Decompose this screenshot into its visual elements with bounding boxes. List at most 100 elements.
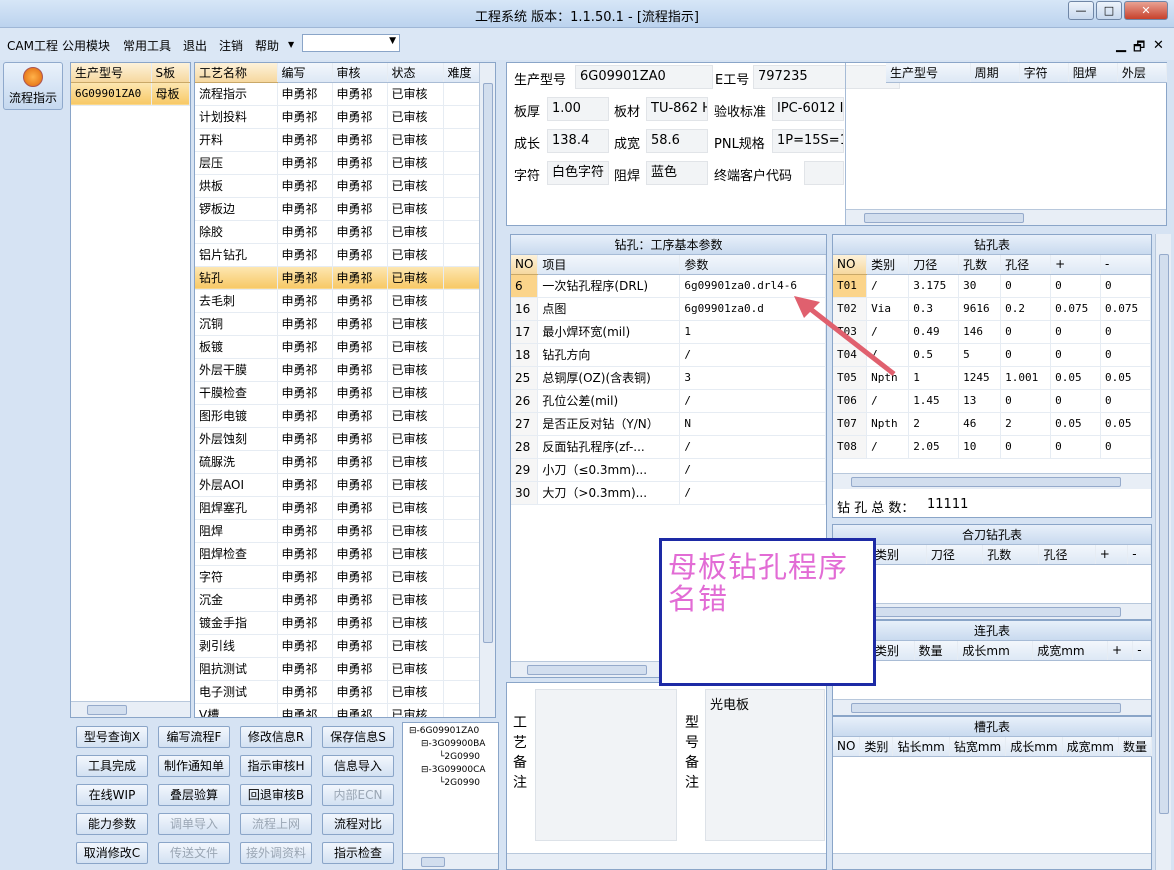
col-link-holes[interactable]: 类别 (871, 641, 915, 661)
drill-param-row[interactable]: 18 钻孔方向 / (511, 343, 826, 367)
col-combo-drill[interactable]: 孔径 (1038, 545, 1096, 565)
action-button[interactable]: 内部ECN (322, 784, 394, 806)
field-width[interactable]: 58.6 (646, 129, 708, 153)
process-row[interactable]: 阻焊 申勇祁 申勇祁 已审核 (195, 519, 495, 543)
process-row[interactable]: 硫脲洗 申勇祁 申勇祁 已审核 (195, 450, 495, 474)
process-row[interactable]: 外层干膜 申勇祁 申勇祁 已审核 (195, 358, 495, 382)
process-row[interactable]: 剥引线 申勇祁 申勇祁 已审核 (195, 634, 495, 658)
col-right-top[interactable]: 生产型号 (886, 63, 971, 83)
process-row[interactable]: 钻孔 申勇祁 申勇祁 已审核 (195, 266, 495, 290)
drill-param-row[interactable]: 30 大刀（>0.3mm)... / (511, 481, 826, 505)
action-button[interactable]: 回退审核B (240, 784, 312, 806)
process-row[interactable]: 板镀 申勇祁 申勇祁 已审核 (195, 335, 495, 359)
col-link-holes[interactable]: 成宽mm (1032, 641, 1108, 661)
tree-root[interactable]: ⊟-6G09901ZA0 (403, 723, 498, 738)
toolbar-combo[interactable]: ▼ (302, 34, 400, 52)
process-row[interactable]: 锣板边 申勇祁 申勇祁 已审核 (195, 197, 495, 221)
action-button[interactable]: 流程上网 (240, 813, 312, 835)
process-row[interactable]: V槽 申勇祁 申勇祁 已审核 (195, 703, 495, 717)
action-button[interactable]: 取消修改C (76, 842, 148, 864)
col-sboard[interactable]: S板 (151, 63, 190, 83)
process-vscroll[interactable] (479, 63, 495, 717)
process-row[interactable]: 去毛刺 申勇祁 申勇祁 已审核 (195, 289, 495, 313)
process-row[interactable]: 流程指示 申勇祁 申勇祁 已审核 (195, 82, 495, 106)
action-button[interactable]: 工具完成 (76, 755, 148, 777)
drill-row[interactable]: T07 Npth 2 46 2 0.05 0.05 (833, 412, 1151, 436)
action-button[interactable]: 制作通知单 (158, 755, 230, 777)
col-item[interactable]: 项目 (537, 255, 681, 275)
col-param[interactable]: 参数 (679, 255, 826, 275)
process-row[interactable]: 除胶 申勇祁 申勇祁 已审核 (195, 220, 495, 244)
tree-leaf-1[interactable]: └2G0990 (403, 751, 498, 764)
link-holes-hscroll[interactable] (833, 699, 1151, 715)
action-button[interactable]: 保存信息S (322, 726, 394, 748)
process-row[interactable]: 层压 申勇祁 申勇祁 已审核 (195, 151, 495, 175)
craft-notes-field[interactable] (535, 689, 677, 841)
col-right-top[interactable]: 周期 (970, 63, 1020, 83)
col-drill[interactable]: - (1100, 255, 1151, 275)
action-button[interactable]: 调单导入 (158, 813, 230, 835)
col-link-holes[interactable]: 数量 (914, 641, 959, 661)
mdi-minimize-button[interactable]: ▁ (1116, 38, 1126, 53)
menu-common-tools[interactable]: 常用工具 (123, 37, 171, 54)
tree-hscroll[interactable] (403, 853, 498, 869)
process-row[interactable]: 干膜检查 申勇祁 申勇祁 已审核 (195, 381, 495, 405)
col-slot-table[interactable]: 成长mm (1005, 737, 1063, 757)
field-length[interactable]: 138.4 (547, 129, 609, 153)
action-button[interactable]: 能力参数 (76, 813, 148, 835)
col-slot-table[interactable]: 类别 (859, 737, 894, 757)
col-drill[interactable]: 孔数 (958, 255, 1002, 275)
action-button[interactable]: 传送文件 (158, 842, 230, 864)
col-status[interactable]: 状态 (387, 63, 444, 83)
field-thickness[interactable]: 1.00 (547, 97, 609, 121)
mdi-close-button[interactable]: ✕ (1153, 38, 1164, 53)
menu-overflow-icon[interactable]: ▼ (288, 40, 294, 49)
model-notes-field[interactable]: 光电板 (705, 689, 825, 841)
process-row[interactable]: 计划投料 申勇祁 申勇祁 已审核 (195, 105, 495, 129)
action-button[interactable]: 型号查询X (76, 726, 148, 748)
process-row[interactable]: 外层蚀刻 申勇祁 申勇祁 已审核 (195, 427, 495, 451)
process-row[interactable]: 沉铜 申勇祁 申勇祁 已审核 (195, 312, 495, 336)
process-row[interactable]: 沉金 申勇祁 申勇祁 已审核 (195, 588, 495, 612)
process-row[interactable]: 阻焊塞孔 申勇祁 申勇祁 已审核 (195, 496, 495, 520)
notes-hscroll[interactable] (507, 853, 826, 869)
drill-param-row[interactable]: 27 是否正反对钻（Y/N） N (511, 412, 826, 436)
col-right-top[interactable]: 字符 (1019, 63, 1069, 83)
action-button[interactable]: 接外调资料 (240, 842, 312, 864)
action-button[interactable]: 指示检查 (322, 842, 394, 864)
right-top-hscroll[interactable] (846, 209, 1166, 225)
col-slot-table[interactable]: 钻宽mm (949, 737, 1007, 757)
drill-row[interactable]: T06/1.45 13 0 0 0 (833, 389, 1151, 413)
col-link-holes[interactable]: - (1132, 641, 1151, 661)
side-flow-button[interactable]: 流程指示 (3, 62, 63, 110)
field-standard[interactable]: IPC-6012 I (772, 97, 844, 121)
process-row[interactable]: 图形电镀 申勇祁 申勇祁 已审核 (195, 404, 495, 428)
menu-exit[interactable]: 退出 (183, 37, 207, 54)
field-material[interactable]: TU-862 H (646, 97, 708, 121)
col-combo-drill[interactable]: 类别 (871, 545, 927, 565)
col-reviewer[interactable]: 审核 (332, 63, 388, 83)
col-writer[interactable]: 编写 (277, 63, 333, 83)
col-drill[interactable]: 类别 (866, 255, 910, 275)
col-combo-drill[interactable]: - (1127, 545, 1151, 565)
col-slot-table[interactable]: 钻长mm (892, 737, 950, 757)
field-customer[interactable] (804, 161, 844, 185)
field-prod-model[interactable]: 6G09901ZA0 (575, 65, 713, 89)
drill-param-row[interactable]: 17 最小焊环宽(mil) 1 (511, 320, 826, 344)
col-drill[interactable]: NO (833, 255, 868, 275)
close-button[interactable]: ✕ (1124, 1, 1168, 20)
col-combo-drill[interactable]: 刀径 (926, 545, 984, 565)
maximize-button[interactable]: □ (1096, 1, 1122, 20)
col-slot-table[interactable]: 数量 (1118, 737, 1153, 757)
process-row[interactable]: 铝片钻孔 申勇祁 申勇祁 已审核 (195, 243, 495, 267)
slot-table-hscroll[interactable] (833, 853, 1151, 869)
menu-help[interactable]: 帮助 (255, 37, 279, 54)
menu-logout[interactable]: 注销 (219, 37, 243, 54)
process-row[interactable]: 字符 申勇祁 申勇祁 已审核 (195, 565, 495, 589)
action-button[interactable]: 指示审核H (240, 755, 312, 777)
col-right-top[interactable]: 外层 (1117, 63, 1168, 83)
tree-node-2[interactable]: ⊟-3G09900CA (403, 764, 498, 777)
combo-drill-hscroll[interactable] (833, 603, 1151, 619)
field-mask[interactable]: 蓝色 (646, 161, 708, 185)
col-drill[interactable]: 刀径 (908, 255, 960, 275)
